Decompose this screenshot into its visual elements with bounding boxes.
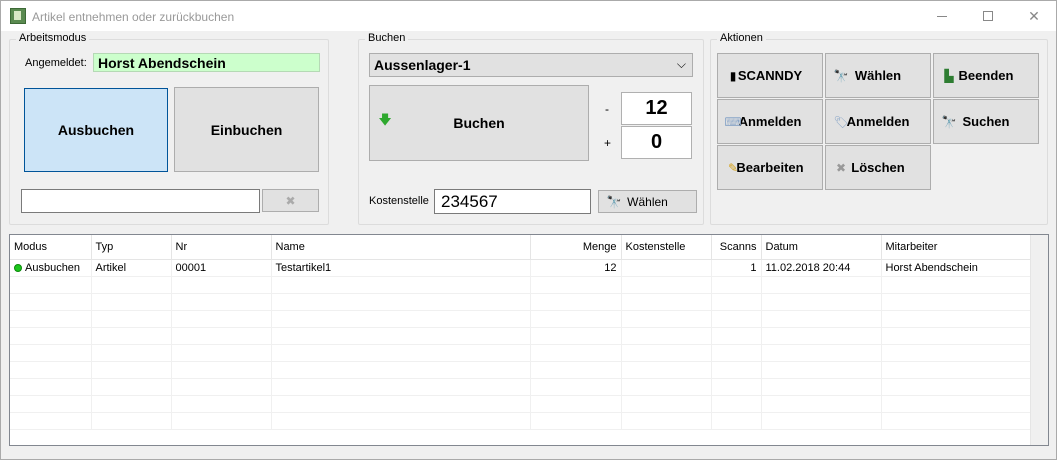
tag-icon: 🏷 [833,114,849,129]
maximize-icon [983,11,993,21]
maximize-button[interactable] [965,1,1011,31]
plus-label: + [604,136,612,150]
minimize-button[interactable] [919,1,965,31]
empty-row [10,327,1031,345]
empty-row [10,412,1031,430]
booking-table: Modus Typ Nr Name Menge Kostenstelle Sca… [9,234,1049,446]
buchen-group-label: Buchen [365,32,409,44]
col-header-mitarbeiter[interactable]: Mitarbeiter [881,235,1031,260]
window-title: Artikel entnehmen oder zurückbuchen [32,10,235,24]
app-window: Artikel entnehmen oder zurückbuchen ✕ Ar… [0,0,1057,460]
cell-kostenstelle [621,259,712,277]
binoculars-icon: 🔭 [606,194,622,209]
booking-table-grid: Modus Typ Nr Name Menge Kostenstelle Sca… [10,235,1031,430]
close-icon: ✕ [1028,7,1040,24]
buchen-button[interactable]: 🡇 Buchen [369,85,589,161]
binoculars-icon: 🔭 [941,114,957,129]
anmelden-tag-label: Anmelden [846,114,910,129]
empty-row [10,361,1031,379]
cell-menge: 12 [530,259,622,277]
aktionen-group: Aktionen ▮ SCANNDY 🔭 Wählen ▙ Beenden ⌨ … [710,32,1048,225]
cell-modus: Ausbuchen [10,259,92,277]
user-field: Horst Abendschein [93,53,320,72]
table-scroll-area[interactable] [1030,235,1048,445]
beenden-label: Beenden [958,68,1014,83]
anmelden-keyboard-label: Anmelden [738,114,802,129]
beenden-button[interactable]: ▙ Beenden [933,53,1039,98]
minus-quantity: 12 [621,92,692,125]
title-bar: Artikel entnehmen oder zurückbuchen ✕ [1,1,1056,31]
kostenstelle-label: Kostenstelle [369,195,429,207]
clear-x-icon: ✖ [285,193,296,208]
aktionen-group-label: Aktionen [717,32,766,44]
loeschen-button[interactable]: ✖ Löschen [825,145,931,190]
waehlen-label: Wählen [854,68,902,83]
col-header-nr[interactable]: Nr [171,235,272,260]
table-header-row: Modus Typ Nr Name Menge Kostenstelle Sca… [10,235,1031,260]
bearbeiten-label: Bearbeiten [736,160,804,175]
app-icon [10,8,26,24]
empty-row [10,395,1031,413]
minus-label: - [605,102,609,116]
kostenstelle-waehlen-label: Wählen [627,194,668,209]
bearbeiten-button[interactable]: ✎ Bearbeiten [717,145,823,190]
plus-quantity: 0 [621,126,692,159]
arbeitsmodus-group-label: Arbeitsmodus [16,32,90,44]
loeschen-label: Löschen [851,160,905,175]
buchen-group: Buchen Aussenlager-1 ⌵ 🡇 Buchen - 12 + 0… [358,32,704,225]
exit-door-icon: ▙ [944,68,954,83]
scanndy-button[interactable]: ▮ SCANNDY [717,53,823,98]
empty-row [10,378,1031,396]
buchen-button-label: Buchen [453,115,505,131]
lager-selected-value: Aussenlager-1 [374,57,471,73]
col-header-modus[interactable]: Modus [10,235,92,260]
empty-row [10,293,1031,311]
anmelden-tag-button[interactable]: 🏷 Anmelden [825,99,931,144]
col-header-scanns[interactable]: Scanns [711,235,762,260]
arrow-down-icon: 🡇 [378,112,392,127]
suchen-button[interactable]: 🔭 Suchen [933,99,1039,144]
suchen-label: Suchen [962,114,1010,129]
cell-nr: 00001 [171,259,272,277]
status-green-dot-icon [14,263,22,272]
cell-datum: 11.02.2018 20:44 [761,259,882,277]
col-header-kostenstelle[interactable]: Kostenstelle [621,235,712,260]
minimize-icon [937,15,947,17]
col-header-name[interactable]: Name [271,235,531,260]
scanner-icon: ▮ [729,68,737,83]
delete-x-icon: ✖ [835,160,847,175]
anmelden-keyboard-button[interactable]: ⌨ Anmelden [717,99,823,144]
close-button[interactable]: ✕ [1011,1,1057,31]
edit-icon: ✎ [727,160,739,175]
col-header-menge[interactable]: Menge [530,235,622,260]
angemeldet-label: Angemeldet: [25,57,87,69]
kostenstelle-waehlen-button[interactable]: 🔭 Wählen [598,190,697,213]
scanndy-label: SCANNDY [737,68,803,83]
cell-scanns: 1 [711,259,762,277]
waehlen-button[interactable]: 🔭 Wählen [825,53,931,98]
ausbuchen-button[interactable]: Ausbuchen [24,88,168,172]
clear-scan-button[interactable]: ✖ [262,189,319,212]
empty-row [10,310,1031,328]
einbuchen-button[interactable]: Einbuchen [174,87,319,172]
cell-typ: Artikel [91,259,172,277]
kostenstelle-input[interactable]: 234567 [434,189,591,214]
empty-row [10,344,1031,362]
lager-select[interactable]: Aussenlager-1 ⌵ [369,53,693,77]
keyboard-icon: ⌨ [724,114,742,129]
arbeitsmodus-group: Arbeitsmodus Angemeldet: Horst Abendsche… [9,32,329,225]
binoculars-icon: 🔭 [833,68,849,83]
cell-mitarbeiter: Horst Abendschein [881,259,1031,277]
cell-name: Testartikel1 [271,259,531,277]
col-header-datum[interactable]: Datum [761,235,882,260]
chevron-down-icon: ⌵ [676,57,686,71]
table-row[interactable]: Ausbuchen Artikel 00001 Testartikel1 12 … [10,259,1031,277]
col-header-typ[interactable]: Typ [91,235,172,260]
empty-row [10,276,1031,294]
scan-input[interactable] [21,189,260,213]
cell-modus-text: Ausbuchen [25,261,81,274]
